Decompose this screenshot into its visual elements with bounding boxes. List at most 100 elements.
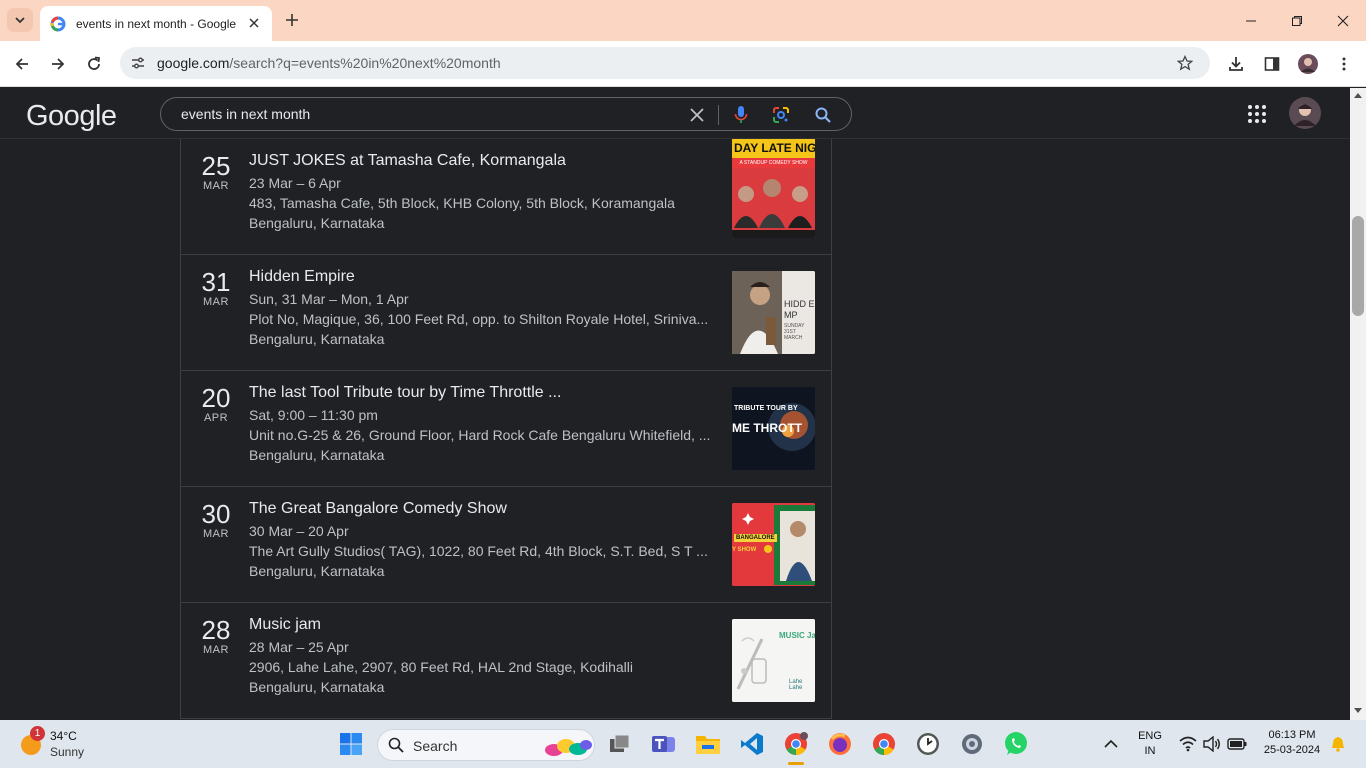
battery-icon[interactable]: [1227, 738, 1247, 750]
event-title[interactable]: The Great Bangalore Comedy Show: [249, 500, 507, 518]
comedy-show-image: [732, 503, 815, 586]
file-explorer-app[interactable]: [694, 730, 722, 758]
event-city: Bengaluru, Karnataka: [249, 563, 385, 579]
chrome-icon: [785, 732, 808, 755]
clock-app[interactable]: [914, 730, 942, 758]
event-thumbnail[interactable]: MUSIC Ja Lahe Lahe: [732, 619, 815, 702]
event-thumbnail[interactable]: HIDD EMP SUNDAY 31ST MARCH: [732, 271, 815, 354]
scroll-thumb[interactable]: [1352, 216, 1364, 316]
event-date: 23 Mar – 6 Apr: [249, 175, 341, 191]
firefox-app[interactable]: [826, 730, 854, 758]
event-address: 2906, Lahe Lahe, 2907, 80 Feet Rd, HAL 2…: [249, 659, 633, 675]
event-city: Bengaluru, Karnataka: [249, 679, 385, 695]
windows-start-icon[interactable]: [339, 732, 363, 756]
task-view-button[interactable]: [606, 730, 634, 758]
chrome-app[interactable]: [870, 730, 898, 758]
settings-app[interactable]: [958, 730, 986, 758]
event-day: 28: [201, 615, 231, 645]
event-address: 483, Tamasha Cafe, 5th Block, KHB Colony…: [249, 195, 675, 211]
downloads-button[interactable]: [1222, 50, 1250, 78]
vscode-icon: [741, 733, 763, 755]
site-info-icon[interactable]: [130, 55, 146, 71]
plus-icon: [286, 14, 298, 26]
event-date: Sun, 31 Mar – Mon, 1 Apr: [249, 291, 409, 307]
url-host: google.com: [157, 55, 230, 71]
region-label: IN: [1144, 745, 1156, 757]
minimize-button[interactable]: [1228, 0, 1274, 41]
tab-active[interactable]: events in next month - Google Search: [40, 6, 272, 41]
event-date: 30 Mar – 20 Apr: [249, 523, 349, 539]
thumbnail-subcaption: Y SHOW: [732, 547, 757, 553]
event-item[interactable]: 20 APR The last Tool Tribute tour by Tim…: [181, 371, 831, 487]
event-thumbnail[interactable]: DAY LATE NIG A STANDUP COMEDY SHOW: [732, 139, 815, 238]
browser-menu-button[interactable]: [1330, 50, 1358, 78]
event-month: MAR: [203, 296, 229, 308]
profile-button[interactable]: [1294, 50, 1322, 78]
new-tab-button[interactable]: [281, 9, 303, 31]
teams-app[interactable]: [650, 730, 678, 758]
restore-button[interactable]: [1274, 0, 1320, 41]
event-item[interactable]: 31 MAR Hidden Empire Sun, 31 Mar – Mon, …: [181, 255, 831, 371]
clock-icon: [917, 733, 939, 755]
forward-button[interactable]: [44, 50, 72, 78]
event-item[interactable]: 30 MAR The Great Bangalore Comedy Show 3…: [181, 487, 831, 603]
event-thumbnail[interactable]: BANGALORE Y SHOW: [732, 503, 815, 586]
search-icon[interactable]: [814, 106, 832, 124]
page-scrollbar[interactable]: [1350, 88, 1366, 720]
google-lens-icon[interactable]: [772, 106, 790, 124]
taskbar-search[interactable]: Search: [377, 729, 595, 761]
event-item[interactable]: 25 MAR JUST JOKES at Tamasha Cafe, Korma…: [181, 139, 831, 255]
chevron-down-icon: [15, 17, 25, 24]
microphone-icon[interactable]: [733, 105, 749, 125]
search-box[interactable]: events in next month: [160, 97, 852, 131]
time-label: 06:13 PM: [1268, 729, 1316, 741]
browser-tab-strip: events in next month - Google Search: [0, 0, 1366, 41]
account-avatar[interactable]: [1289, 97, 1321, 129]
arrow-right-icon: [52, 58, 65, 70]
event-title[interactable]: The last Tool Tribute tour by Time Throt…: [249, 384, 561, 402]
close-window-button[interactable]: [1320, 0, 1366, 41]
scroll-down-icon[interactable]: [1354, 708, 1362, 714]
event-address: Unit no.G-25 & 26, Ground Floor, Hard Ro…: [249, 427, 711, 443]
taskbar-search-label: Search: [413, 738, 458, 754]
firefox-icon: [829, 733, 851, 755]
google-apps-icon[interactable]: [1247, 104, 1267, 124]
weather-widget[interactable]: 1 34°C Sunny: [18, 726, 118, 761]
vscode-app[interactable]: [738, 730, 766, 758]
event-address: The Art Gully Studios( TAG), 1022, 80 Fe…: [249, 543, 708, 559]
chrome-profile-app-active[interactable]: [782, 730, 810, 758]
event-thumbnail[interactable]: TRIBUTE TOUR BY ME THROTT: [732, 387, 815, 470]
event-title[interactable]: Music jam: [249, 616, 321, 634]
event-title[interactable]: JUST JOKES at Tamasha Cafe, Kormangala: [249, 152, 566, 170]
scroll-up-icon[interactable]: [1354, 92, 1362, 98]
thumbnail-subcaption: TRIBUTE TOUR BY: [734, 405, 798, 412]
tab-search-button[interactable]: [7, 8, 33, 32]
search-input[interactable]: events in next month: [181, 106, 310, 122]
search-results: 25 MAR JUST JOKES at Tamasha Cafe, Korma…: [0, 139, 1350, 719]
notification-badge: 1: [30, 726, 45, 741]
event-item[interactable]: 28 MAR Music jam 28 Mar – 25 Apr 2906, L…: [181, 603, 831, 719]
volume-icon[interactable]: [1203, 736, 1221, 752]
side-panel-button[interactable]: [1258, 50, 1286, 78]
clear-icon[interactable]: [689, 107, 705, 123]
google-logo[interactable]: Google: [26, 100, 117, 133]
event-month: APR: [203, 412, 229, 424]
notification-bell-icon[interactable]: [1331, 736, 1345, 752]
minimize-icon: [1246, 20, 1256, 21]
event-date: 28 Mar – 25 Apr: [249, 639, 349, 655]
comedians-image: [732, 168, 815, 238]
clock-widget[interactable]: 06:13 PM 25-03-2024: [1256, 729, 1328, 756]
tab-close-button[interactable]: [244, 13, 264, 33]
reload-button[interactable]: [80, 50, 108, 78]
thumbnail-caption: BANGALORE: [734, 534, 777, 542]
event-title[interactable]: Hidden Empire: [249, 268, 355, 286]
wifi-icon[interactable]: [1179, 736, 1197, 752]
address-bar[interactable]: google.com/search?q=events%20in%20next%2…: [120, 47, 1210, 79]
language-indicator[interactable]: ENG IN: [1136, 730, 1164, 757]
chevron-up-icon[interactable]: [1104, 739, 1118, 749]
bookmark-star-icon[interactable]: [1177, 55, 1193, 71]
url-text: google.com/search?q=events%20in%20next%2…: [157, 55, 501, 71]
tab-title: events in next month - Google Search: [76, 16, 236, 31]
whatsapp-app[interactable]: [1002, 730, 1030, 758]
back-button[interactable]: [8, 50, 36, 78]
